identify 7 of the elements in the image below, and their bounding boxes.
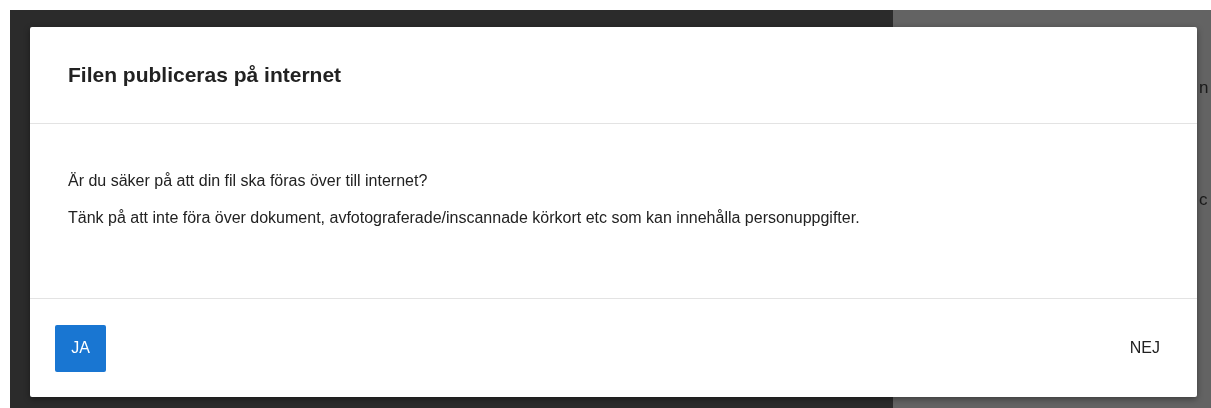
dialog-title: Filen publiceras på internet bbox=[68, 63, 342, 87]
confirm-button[interactable]: JA bbox=[55, 324, 106, 372]
background-text: n bbox=[1199, 78, 1209, 98]
cancel-button[interactable]: NEJ bbox=[1117, 329, 1172, 367]
background-text: c bbox=[1199, 190, 1208, 210]
dialog-text: Är du säker på att din fil ska föras över till internet? bbox=[68, 171, 429, 191]
dialog-text: Tänk på att inte föra över dokument, avfotograferade/inscannade körkort etc som kan innehålla personuppgifter. bbox=[68, 208, 861, 228]
